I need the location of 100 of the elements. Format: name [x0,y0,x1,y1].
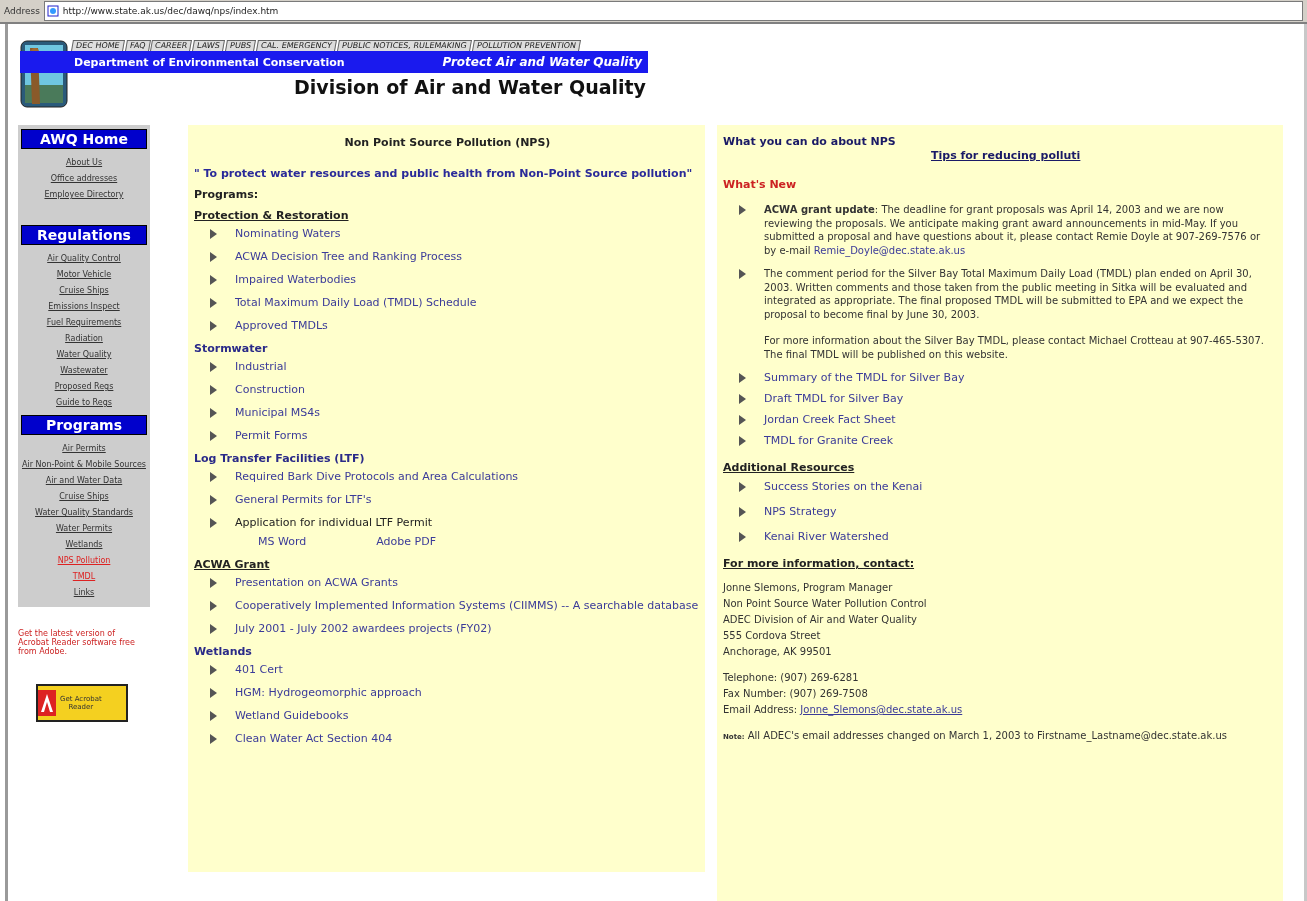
program-link[interactable]: Required Bark Dive Protocols and Area Calculations [235,470,519,483]
news-link[interactable]: TMDL for Granite Creek [764,434,894,447]
bullet-icon [210,711,217,721]
sidebar-link[interactable]: Fuel Requirements [46,318,122,328]
bullet-icon [210,229,217,239]
url-field[interactable]: http://www.state.ak.us/dec/dawq/nps/index.htm [43,1,1303,21]
program-link[interactable]: Clean Water Act Section 404 [235,732,393,745]
phone-line: Telephone: (907) 269-6281 [723,671,860,685]
program-link[interactable]: Total Maximum Daily Load (TMDL) Schedule [235,296,477,309]
sidebar-link[interactable]: Cruise Ships [59,286,109,296]
group-heading: Log Transfer Facilities (LTF) [194,452,366,465]
bullet-icon [210,518,217,528]
sidebar-heading[interactable]: Regulations [21,225,147,245]
program-link[interactable]: July 2001 - July 2002 awardees projects (FY02) [235,622,492,635]
sidebar-link[interactable]: Wastewater [60,366,108,376]
sidebar-link[interactable]: Wetlands [65,540,103,550]
sidebar-link[interactable]: Water Quality [56,350,112,360]
sidebar-link[interactable]: Employee Directory [44,190,124,200]
resource-link[interactable]: Kenai River Watershed [764,530,889,543]
sidebar-link[interactable]: Links [73,588,95,598]
sidebar-link[interactable]: Air Non-Point & Mobile Sources [22,460,146,470]
address-line: ADEC Division of Air and Water Quality [723,613,918,627]
bullet-icon [210,362,217,372]
sidebar-link[interactable]: Air Quality Control [47,254,121,264]
email-line: Email Address: Jonne_Slemons@dec.state.ak.us [723,703,964,718]
news-text: ACWA grant update: The deadline for grant proposals was April 14, 2003 and we are now reviewing the proposals. We anticipate making grant award announcements in mid-May. If you submitted a proposal and have questions about it, please contact Remie Doyle at 907-269-7576 or by e-mail Remie_Doyle@dec.state.ak.us [764,203,1262,257]
department-name: Department of Environmental Conservation [74,55,345,69]
programs-label: Programs: [194,188,260,201]
download-link[interactable]: Adobe PDF [376,535,436,548]
download-link[interactable]: MS Word [258,535,307,548]
program-link[interactable]: Cooperatively Implemented Information Systems (CIIMMS) -- A searchable database [235,599,699,612]
slogan: Protect Air and Water Quality [442,55,642,69]
bullet-icon [739,373,746,383]
bullet-icon [210,688,217,698]
sidebar-link[interactable]: Water Quality Standards [35,508,133,518]
bullet-icon [210,601,217,611]
program-link[interactable]: Nominating Waters [235,227,341,240]
page-icon [46,5,59,17]
page-title: Non Point Source Pollution (NPS) [343,136,552,149]
sidebar-link[interactable]: About Us [65,158,103,168]
tips-link[interactable]: Tips for reducing polluti [931,149,1081,162]
program-link[interactable]: Approved TMDLs [235,319,328,332]
news-text: For more information about the Silver Bay TMDL, please contact Michael Crotteau at 907-465-5307. The final TMDL will be published on this website. [764,334,1266,361]
sidebar-heading[interactable]: Programs [21,415,147,435]
sidebar-link[interactable]: Guide to Regs [56,398,112,408]
mission-statement: " To protect water resources and public health from Non-Point Source pollution" [194,167,694,180]
news-link[interactable]: Jordan Creek Fact Sheet [764,413,896,426]
bullet-icon [739,532,746,542]
program-link[interactable]: Municipal MS4s [235,406,321,419]
acrobat-note: Get the latest version of Acrobat Reader software free from Adobe. [18,629,136,656]
bullet-icon [210,431,217,441]
sidebar-heading[interactable]: AWQ Home [21,129,147,149]
resource-link[interactable]: NPS Strategy [764,505,837,518]
sidebar-link[interactable]: Motor Vehicle [56,270,112,280]
program-link[interactable]: 401 Cert [235,663,283,676]
group-heading: Stormwater [194,342,269,355]
bullet-icon [739,269,746,279]
news-link[interactable]: Summary of the TMDL for Silver Bay [764,371,965,384]
contact-heading: For more information, contact: [723,557,916,570]
bullet-icon [210,665,217,675]
email-link[interactable]: Jonne_Slemons@dec.state.ak.us [800,704,963,715]
bullet-icon [210,734,217,744]
resource-link[interactable]: Success Stories on the Kenai [764,480,923,493]
sidebar-link[interactable]: Emissions Inspect [48,302,120,312]
program-link[interactable]: Industrial [235,360,287,373]
bullet-icon [210,298,217,308]
resources-heading: Additional Resources [723,461,856,474]
program-link[interactable]: Wetland Guidebooks [235,709,349,722]
news-link[interactable]: Draft TMDL for Silver Bay [764,392,904,405]
sidebar-link[interactable]: Air and Water Data [45,476,123,486]
sidebar-link[interactable]: Air Permits [62,444,106,454]
program-link[interactable]: General Permits for LTF's [235,493,372,506]
sidebar-link[interactable]: Cruise Ships [59,492,109,502]
bullet-icon [739,507,746,517]
program-link[interactable]: ACWA Decision Tree and Ranking Process [235,250,462,263]
adobe-logo-icon [38,690,56,716]
bullet-icon [210,578,217,588]
bullet-icon [210,321,217,331]
sidebar-link[interactable]: Proposed Regs [54,382,114,392]
bullet-icon [739,482,746,492]
program-link[interactable]: HGM: Hydrogeomorphic approach [235,686,422,699]
group-heading: Protection & Restoration [194,209,350,222]
sidebar-link[interactable]: Radiation [65,334,103,344]
address-line: Non Point Source Water Pollution Control [723,597,928,611]
news-text: The comment period for the Silver Bay Total Maximum Daily Load (TMDL) plan ended on April 30, 2003. Written comments and those taken from the public meeting in Sitka will be evaluated and integrated as appropriate. The final proposed TMDL will be submitted to EPA and we expect the proposal to become final by June 30, 2003. [764,267,1253,321]
bullet-icon [210,624,217,634]
section-heading: What you can do about NPS [723,135,897,148]
division-title: Division of Air and Water Quality [293,75,647,98]
program-link[interactable]: Presentation on ACWA Grants [235,576,398,589]
address-line: Anchorage, AK 99501 [723,645,833,659]
email-link[interactable]: Remie_Doyle@dec.state.ak.us [813,244,966,256]
bullet-icon [739,415,746,425]
bullet-icon [210,252,217,262]
sidebar-link[interactable]: Office addresses [50,174,118,184]
program-link[interactable]: Impaired Waterbodies [235,273,357,286]
bullet-icon [210,408,217,418]
sidebar-link[interactable]: Water Permits [55,524,113,534]
fax-line: Fax Number: (907) 269-7508 [723,687,869,701]
program-link[interactable]: Permit Forms [235,429,308,442]
program-link[interactable]: Construction [235,383,306,396]
